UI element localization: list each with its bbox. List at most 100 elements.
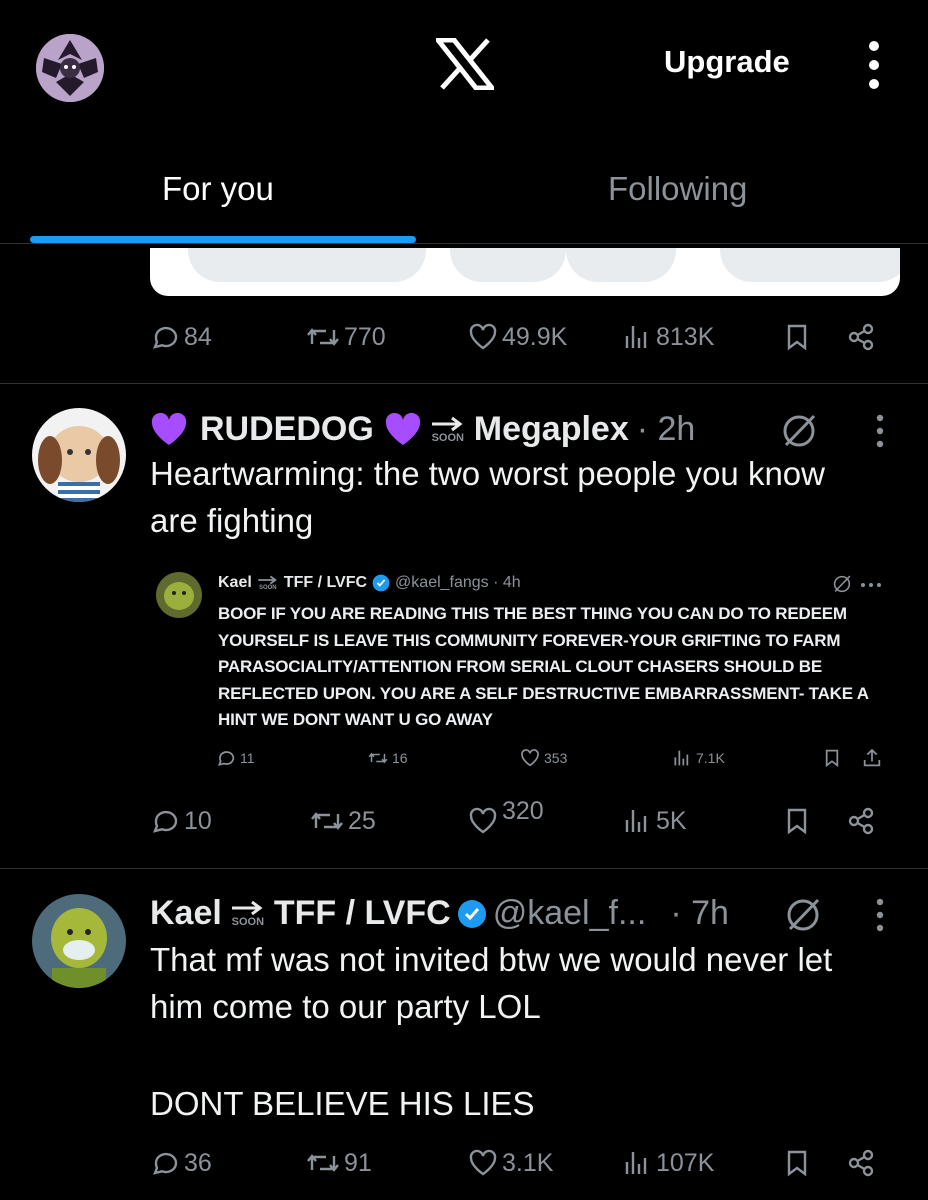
post2-time[interactable]: · 7h: [670, 894, 729, 933]
repost-icon: [311, 812, 343, 830]
like-count: 49.9K: [502, 322, 568, 351]
post2-avatar[interactable]: [32, 894, 126, 988]
reply-button[interactable]: 36: [150, 1148, 212, 1178]
share-icon: [848, 807, 874, 835]
quoted-avatar: [156, 572, 202, 618]
divider: [0, 383, 928, 384]
verified-badge-icon: [457, 899, 486, 928]
post2-display-name[interactable]: Kael: [150, 894, 222, 933]
post2-text-second: DONT BELIEVE HIS LIES: [150, 1085, 535, 1122]
quoted-reply-count: 11: [240, 750, 255, 766]
bookmark-button[interactable]: [782, 806, 812, 836]
share-icon: [848, 1149, 874, 1177]
divider: [0, 868, 928, 869]
views-count: 5K: [656, 806, 687, 835]
like-button[interactable]: 320: [468, 797, 544, 836]
post-actions: 84 770 49.9K 813K: [150, 322, 890, 362]
post2-header: Kael SOON TFF / LVFC @kael_f... · 7h: [150, 894, 729, 933]
reply-icon: [153, 326, 178, 349]
repost-icon: [307, 1154, 339, 1172]
more-vertical-icon: [876, 414, 884, 448]
post1-text: Heartwarming: the two worst people you k…: [150, 455, 825, 539]
tab-for-you[interactable]: For you: [162, 170, 274, 208]
repost-icon: [307, 328, 339, 346]
views-icon: [625, 326, 647, 348]
x-logo-icon[interactable]: [436, 38, 494, 90]
more-vertical-icon: [876, 898, 884, 932]
views-button[interactable]: 107K: [622, 1148, 714, 1178]
quoted-header: Kael SOON TFF / LVFC @kael_fangs · 4h: [218, 574, 521, 592]
quoted-name-suffix: TFF / LVFC: [283, 574, 368, 591]
like-icon: [469, 807, 497, 834]
quoted-like: 353: [520, 748, 567, 768]
share-icon: [848, 323, 874, 351]
quoted-handle: @kael_fangs · 4h: [395, 574, 521, 591]
quoted-name: Kael: [218, 574, 252, 591]
soon-arrow-icon: [431, 416, 463, 431]
soon-label: SOON: [231, 915, 265, 928]
share-button[interactable]: [846, 1148, 876, 1178]
active-tab-indicator: [30, 236, 416, 243]
reply-icon: [153, 1152, 178, 1175]
quoted-text: BOOF IF YOU ARE READING THIS THE BEST TH…: [218, 604, 869, 729]
quoted-views-count: 7.1K: [696, 750, 725, 766]
soon-badge: SOON: [257, 575, 279, 592]
reply-count: 36: [184, 1148, 212, 1177]
soon-badge: SOON: [430, 416, 466, 444]
post1-more-button[interactable]: [874, 413, 886, 449]
embedded-card: [150, 248, 900, 296]
soon-badge: SOON: [230, 900, 266, 928]
post1-name-suffix: Megaplex: [473, 410, 629, 448]
reply-count: 84: [184, 322, 212, 351]
divider: [0, 243, 928, 244]
views-count: 813K: [656, 322, 715, 351]
soon-arrow-icon: [231, 900, 263, 915]
post-actions: 10 25 320 5K: [150, 797, 890, 846]
upgrade-button[interactable]: Upgrade: [664, 44, 790, 80]
post1-display-name[interactable]: RUDEDOG: [200, 410, 374, 449]
quoted-reply: 11: [216, 748, 255, 768]
reply-count: 10: [184, 806, 212, 835]
post2-more-button[interactable]: [874, 897, 886, 933]
soon-arrow-icon: [258, 575, 277, 584]
soon-label: SOON: [431, 431, 464, 444]
post1-time[interactable]: · 2h: [637, 410, 696, 449]
reply-button[interactable]: 84: [150, 322, 212, 352]
views-count: 107K: [656, 1148, 715, 1177]
repost-button[interactable]: 25: [310, 806, 376, 836]
post1-avatar[interactable]: [32, 408, 126, 502]
bookmark-icon: [787, 808, 807, 835]
bookmark-button[interactable]: [782, 322, 812, 352]
tab-following[interactable]: Following: [608, 170, 747, 208]
purple-heart-icon: [385, 412, 420, 445]
grok-icon: [833, 575, 851, 593]
bookmark-icon: [787, 1150, 807, 1177]
quoted-repost: 16: [368, 748, 408, 768]
share-button[interactable]: [846, 322, 876, 352]
repost-button[interactable]: 91: [306, 1148, 372, 1178]
more-horizontal-icon: [861, 583, 881, 587]
grok-button[interactable]: [780, 412, 818, 450]
quoted-views: 7.1K: [672, 748, 725, 768]
soon-label: SOON: [258, 584, 277, 591]
bookmark-button[interactable]: [782, 1148, 812, 1178]
profile-avatar[interactable]: [36, 34, 104, 102]
like-button[interactable]: 49.9K: [468, 322, 567, 352]
views-icon: [674, 750, 689, 766]
verified-badge-icon: [372, 574, 390, 592]
repost-button[interactable]: 770: [306, 322, 386, 352]
grok-icon: [787, 898, 820, 931]
share-button[interactable]: [846, 806, 876, 836]
post2-handle[interactable]: @kael_f...: [493, 894, 647, 933]
reply-icon: [217, 751, 235, 766]
views-button[interactable]: 813K: [622, 322, 714, 352]
like-button[interactable]: 3.1K: [468, 1148, 553, 1178]
grok-button[interactable]: [784, 896, 822, 934]
repost-icon: [368, 752, 388, 764]
post2-text: That mf was not invited btw we would nev…: [150, 941, 833, 1025]
more-vertical-icon[interactable]: [862, 38, 886, 92]
views-button[interactable]: 5K: [622, 806, 687, 836]
like-icon: [469, 323, 497, 350]
reply-button[interactable]: 10: [150, 806, 212, 836]
purple-heart-icon: [151, 412, 187, 445]
